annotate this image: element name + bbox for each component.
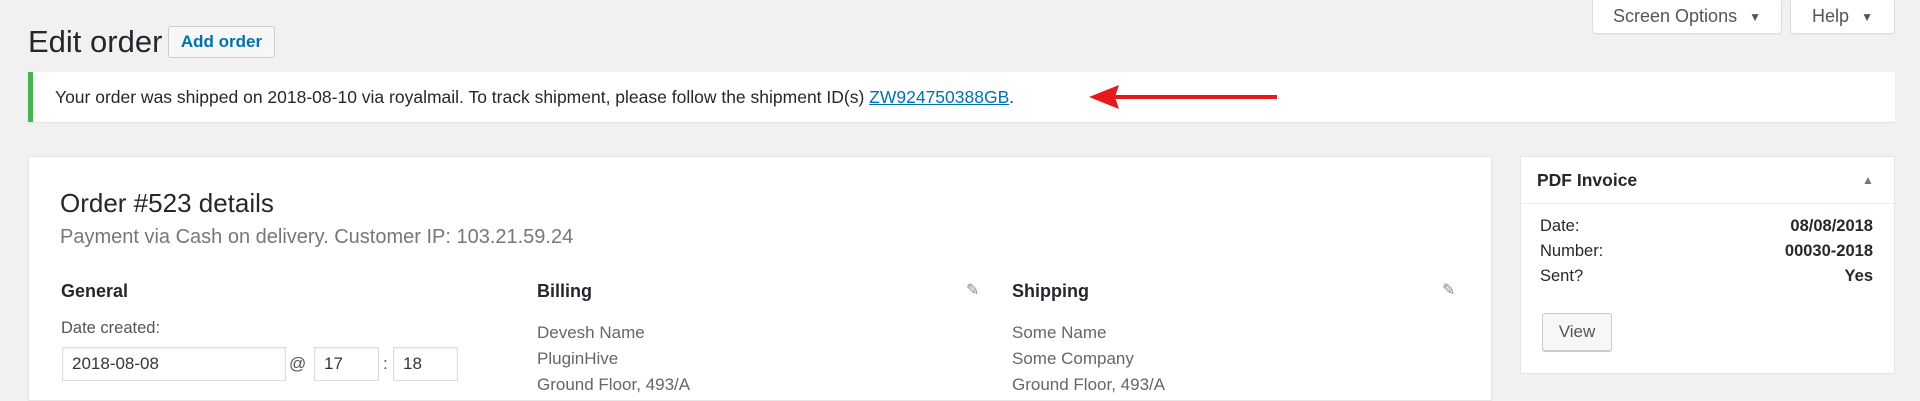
invoice-date-value: 08/08/2018 [1790, 217, 1873, 235]
billing-heading: Billing [537, 281, 592, 301]
view-invoice-button[interactable]: View [1542, 313, 1612, 351]
general-heading: General [61, 281, 129, 301]
shipping-line: Ground Floor, 493/A [1012, 375, 1166, 394]
caret-down-icon: ▼ [1749, 9, 1761, 24]
shipment-notice: Your order was shipped on 2018-08-10 via… [28, 72, 1895, 122]
billing-line: Ground Floor, 493/A [537, 375, 691, 394]
order-title: Order #523 details [60, 188, 274, 218]
invoice-row: Sent? Yes [1540, 267, 1873, 286]
page-title: Edit order [28, 24, 163, 59]
invoice-sent-label: Sent? [1540, 267, 1584, 285]
at-separator: @ [289, 354, 307, 373]
hour-input[interactable]: 17 [314, 347, 379, 381]
time-colon: : [383, 354, 388, 373]
pencil-icon[interactable]: ✎ [966, 280, 979, 300]
invoice-number-value: 00030-2018 [1784, 242, 1873, 260]
invoice-row: Number: 00030-2018 [1540, 242, 1873, 261]
minute-value: 18 [403, 354, 422, 373]
panel-divider [1521, 203, 1894, 204]
help-button[interactable]: Help ▼ [1790, 0, 1895, 34]
screen-options-label: Screen Options [1613, 6, 1738, 26]
notice-text: Your order was shipped on 2018-08-10 via… [55, 86, 870, 107]
notice-suffix: . [1009, 86, 1015, 107]
billing-address: Devesh Name PluginHive Ground Floor, 493… [537, 320, 690, 398]
pencil-icon[interactable]: ✎ [1442, 280, 1455, 300]
invoice-number-label: Number: [1540, 242, 1604, 260]
hour-value: 17 [324, 354, 343, 373]
caret-up-icon[interactable]: ▲ [1862, 173, 1874, 187]
billing-line: PluginHive [537, 349, 619, 368]
date-created-label: Date created: [61, 319, 161, 337]
shipping-line: Some Name [1012, 323, 1107, 342]
screen-options-button[interactable]: Screen Options ▼ [1592, 0, 1782, 34]
tracking-id-link[interactable]: ZW924750388GB [869, 87, 1009, 108]
help-label: Help [1812, 6, 1850, 26]
date-created-input[interactable]: 2018-08-08 [62, 347, 286, 381]
minute-input[interactable]: 18 [393, 347, 458, 381]
order-subtitle: Payment via Cash on delivery. Customer I… [60, 226, 574, 248]
invoice-date-label: Date: [1540, 217, 1580, 235]
caret-down-icon: ▼ [1861, 9, 1873, 24]
date-created-value: 2018-08-08 [72, 354, 159, 373]
pdf-invoice-title: PDF Invoice [1537, 170, 1638, 190]
red-arrow-icon [1089, 85, 1277, 109]
billing-line: Devesh Name [537, 323, 645, 342]
add-order-button[interactable]: Add order [168, 26, 275, 58]
shipping-address: Some Name Some Company Ground Floor, 493… [1012, 320, 1165, 398]
invoice-row: Date: 08/08/2018 [1540, 217, 1873, 236]
shipping-heading: Shipping [1012, 281, 1089, 301]
shipping-line: Some Company [1012, 349, 1134, 368]
invoice-sent-value: Yes [1844, 267, 1873, 285]
